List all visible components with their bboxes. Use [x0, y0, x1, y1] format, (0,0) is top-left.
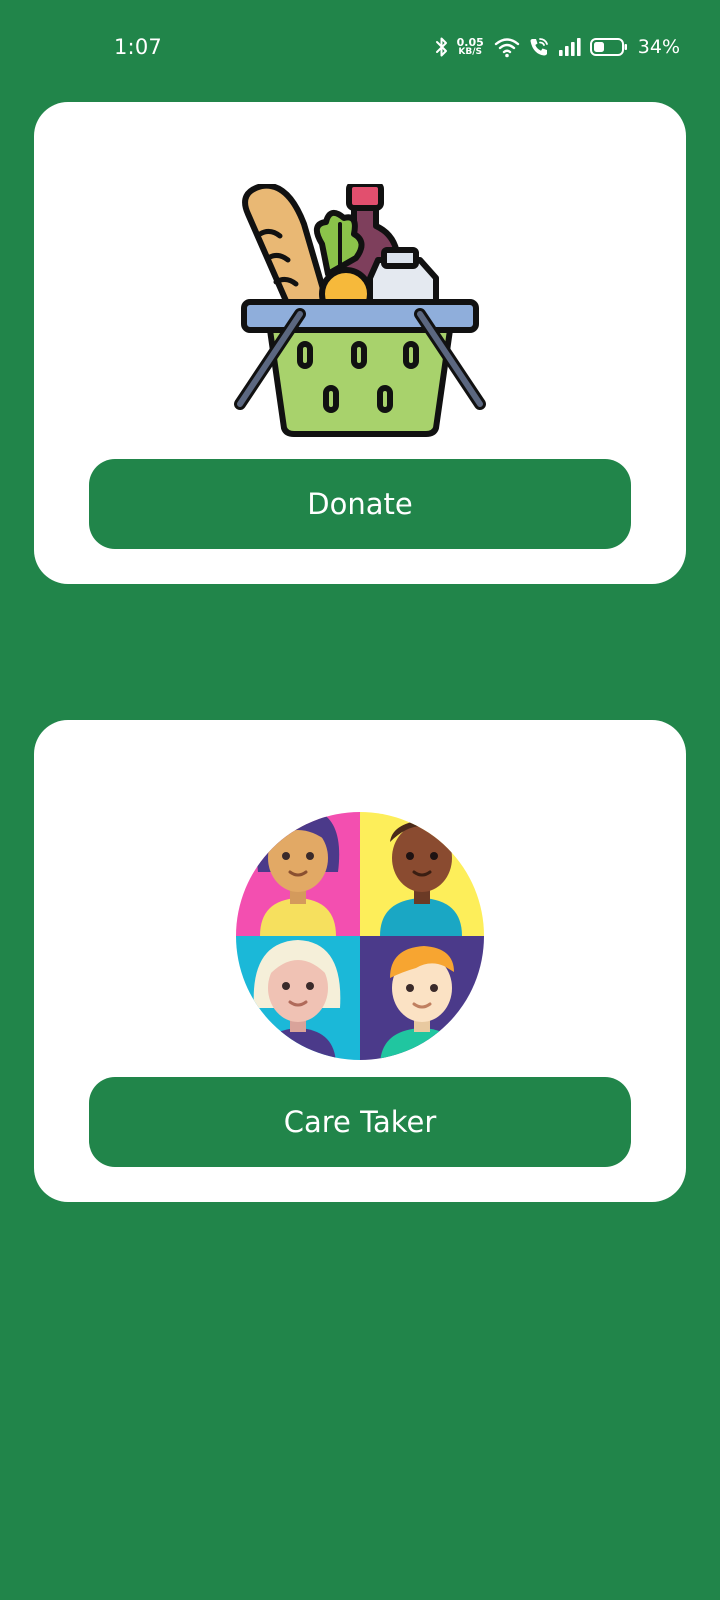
battery-icon [589, 37, 628, 57]
signal-icon [558, 37, 582, 57]
caretaker-card: Care Taker [34, 720, 686, 1202]
donate-button[interactable]: Donate [89, 459, 631, 549]
bluetooth-icon [435, 36, 449, 58]
donate-card: Donate [34, 102, 686, 584]
status-bar: 1:07 0.05 KB/S 34% [0, 0, 720, 96]
care-taker-button[interactable]: Care Taker [89, 1077, 631, 1167]
status-icons: 0.05 KB/S 34% [435, 32, 680, 62]
battery-percentage: 34% [637, 36, 680, 58]
grocery-basket-icon [230, 181, 490, 444]
people-group-icon [230, 802, 490, 1062]
wifi-icon [494, 36, 520, 58]
status-time: 1:07 [114, 35, 162, 59]
network-speed: 0.05 KB/S [457, 37, 484, 57]
wifi-call-icon [528, 36, 550, 58]
network-speed-unit: KB/S [458, 47, 482, 57]
